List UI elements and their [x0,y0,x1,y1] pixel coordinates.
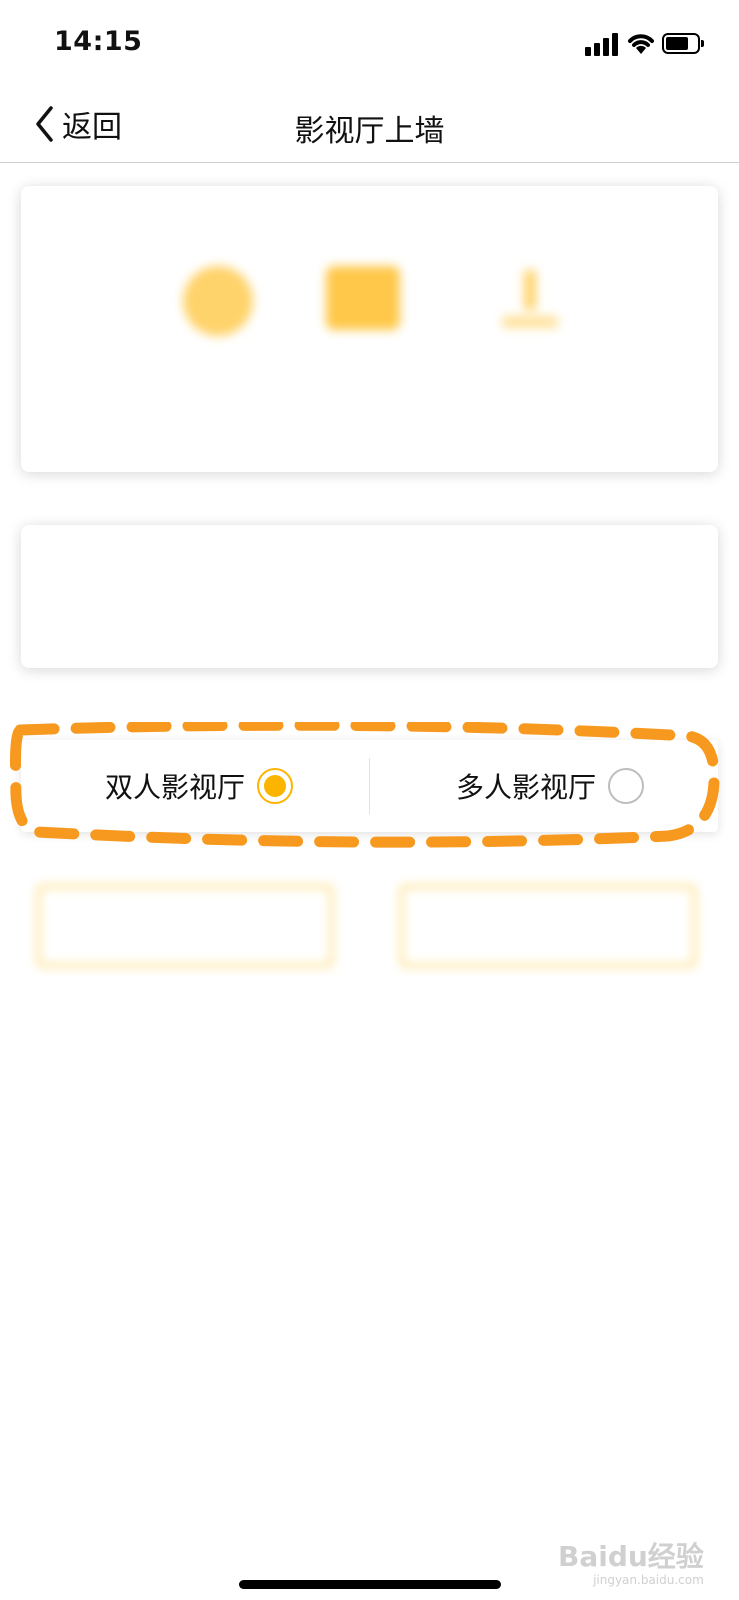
film-reel-icon [183,266,253,336]
battery-icon [662,33,704,54]
upload-icon [500,266,560,332]
page-title: 影视厅上墙 [294,114,445,149]
video-icon [326,266,400,330]
wifi-icon [628,34,654,54]
submit-button[interactable] [400,885,696,967]
status-time: 14:15 [54,26,143,57]
secondary-action-button[interactable] [37,885,333,967]
highlight-annotation [10,722,720,848]
status-bar: 14:15 [0,0,739,88]
watermark-subtext: jingyan.baidu.com [593,1573,704,1587]
watermark-text: Baidu经验 [558,1540,704,1573]
media-option-2[interactable] [293,266,433,352]
nav-bar: 返回 影视厅上墙 [0,88,739,163]
baidu-watermark: Baidu经验 jingyan.baidu.com [558,1535,704,1587]
cellular-signal-icon [585,32,621,56]
media-option-1[interactable] [148,266,288,358]
media-option-3[interactable] [460,266,600,354]
home-indicator [239,1580,501,1589]
media-source-card [21,186,718,472]
description-input-card[interactable] [21,525,718,668]
